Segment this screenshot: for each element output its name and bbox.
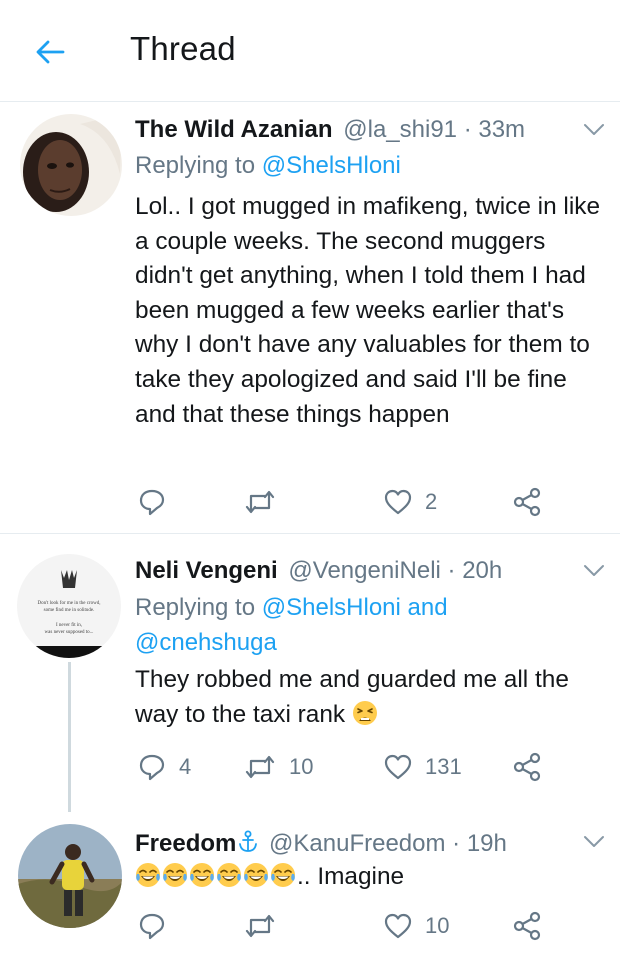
mention-link[interactable]: @ShelsHloni [262, 152, 401, 179]
like-icon [384, 754, 412, 780]
display-name[interactable]: The Wild Azanian [135, 116, 333, 143]
tweet-header: Neli Vengeni @VengeniNeli · 20h [135, 557, 502, 585]
tweet[interactable]: Freedom @KanuFreedom · 19h .. Imagine 10 [0, 810, 620, 960]
joy-emoji [163, 863, 187, 887]
svg-text:I never fit in,: I never fit in, [56, 623, 82, 628]
tweet-actions: 2 [135, 482, 555, 522]
page-title: Thread [130, 30, 236, 67]
replying-to: Replying to @ShelsHloni and @cnehshuga [135, 594, 448, 656]
thread-connector [68, 662, 71, 812]
reply-icon [139, 489, 165, 516]
reply-button[interactable] [137, 906, 179, 946]
joy-emoji [136, 863, 160, 887]
timestamp[interactable]: · 33m [464, 116, 525, 143]
retweet-icon [245, 490, 275, 514]
retweet-button[interactable] [243, 906, 289, 946]
replying-to: Replying to @ShelsHloni [135, 152, 401, 179]
like-button[interactable]: 2 [383, 482, 437, 522]
anchor-icon [239, 830, 258, 852]
emoji-row [135, 863, 297, 890]
share-icon [513, 487, 541, 517]
avatar[interactable]: Don't look for me in the crowd, some fin… [17, 554, 121, 658]
tweet[interactable]: Don't look for me in the crowd, some fin… [0, 535, 620, 812]
mention-link[interactable]: @ShelsHloni and [262, 594, 448, 621]
user-handle[interactable]: @VengeniNeli [288, 557, 440, 584]
tweet-actions: 10 [135, 906, 555, 946]
joy-emoji [244, 863, 268, 887]
reply-icon [139, 913, 165, 940]
mention-link[interactable]: @cnehshuga [135, 629, 277, 656]
share-icon [513, 752, 541, 782]
tweet-text: Lol.. I got mugged in mafikeng, twice in… [135, 193, 601, 428]
display-name[interactable]: Neli Vengeni [135, 557, 278, 584]
tweet-header: The Wild Azanian @la_shi91 · 33m [135, 116, 525, 144]
user-handle[interactable]: @KanuFreedom [269, 830, 445, 857]
avatar[interactable] [20, 114, 122, 216]
retweet-icon [245, 914, 275, 938]
retweet-button[interactable]: 10 [243, 747, 313, 787]
svg-text:Don't look for me in the crowd: Don't look for me in the crowd, [38, 601, 101, 606]
joy-emoji [217, 863, 241, 887]
avatar-image: Don't look for me in the crowd, some fin… [17, 554, 121, 658]
avatar[interactable] [18, 824, 122, 928]
like-icon [384, 913, 412, 939]
reply-button[interactable]: 4 [137, 747, 191, 787]
chevron-down-icon[interactable] [582, 563, 606, 579]
timestamp[interactable]: · 19h [452, 830, 507, 857]
like-button[interactable]: 10 [383, 906, 449, 946]
back-arrow-icon [36, 40, 65, 64]
tweet-header: Freedom @KanuFreedom · 19h [135, 830, 507, 858]
tweet-actions: 4 10 131 [135, 747, 555, 787]
timestamp[interactable]: · 20h [448, 557, 503, 584]
tweet-text: .. Imagine [135, 860, 605, 894]
reply-button[interactable] [137, 482, 179, 522]
share-button[interactable] [512, 482, 542, 522]
avatar-image [18, 824, 122, 928]
display-name[interactable]: Freedom [135, 830, 236, 857]
reply-icon [139, 754, 165, 781]
like-icon [384, 489, 412, 515]
chevron-down-icon[interactable] [582, 122, 606, 138]
share-button[interactable] [512, 747, 542, 787]
tweet[interactable]: The Wild Azanian @la_shi91 · 33m Replyin… [0, 102, 620, 534]
chevron-down-icon[interactable] [582, 834, 606, 850]
retweet-icon [245, 755, 275, 779]
joy-emoji [190, 863, 214, 887]
top-bar: Thread [0, 0, 620, 102]
share-button[interactable] [512, 906, 542, 946]
user-handle[interactable]: @la_shi91 [343, 116, 457, 143]
svg-text:was never supposed to...: was never supposed to... [45, 630, 94, 635]
like-button[interactable]: 131 [383, 747, 462, 787]
tweet-text: They robbed me and guarded me all the wa… [135, 666, 569, 728]
tired-face-emoji [352, 700, 377, 725]
share-icon [513, 911, 541, 941]
avatar-image [20, 114, 122, 216]
joy-emoji [271, 863, 295, 887]
back-button[interactable] [30, 34, 70, 70]
retweet-button[interactable] [243, 482, 289, 522]
svg-text:some find me in solitude.: some find me in solitude. [44, 608, 95, 613]
